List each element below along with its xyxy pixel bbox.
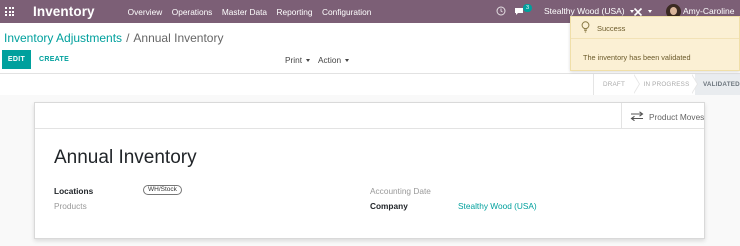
menu-item-overview[interactable]: Overview	[128, 7, 163, 17]
stage-separator	[633, 74, 639, 94]
stage-draft: DRAFT	[593, 74, 634, 95]
company-value-link[interactable]: Stealthy Wood (USA)	[458, 201, 537, 211]
breadcrumb-separator: /	[126, 31, 130, 45]
stage-separator	[691, 74, 697, 94]
lightbulb-icon	[581, 21, 590, 33]
notification-message: The inventory has been validated	[583, 53, 691, 62]
user-name: Amy-Caroline	[683, 6, 735, 16]
stage-in-progress: IN PROGRESS	[643, 81, 690, 88]
main-menu: Overview Operations Master Data Reportin…	[128, 7, 381, 17]
status-bar: DRAFT IN PROGRESS VALIDATED	[0, 73, 740, 95]
breadcrumb-current: Annual Inventory	[133, 31, 224, 45]
notification-header: Success	[571, 17, 739, 39]
product-moves-label: Product Moves	[649, 112, 705, 122]
breadcrumb: Inventory Adjustments / Annual Inventory	[4, 31, 223, 45]
create-button[interactable]: CREATE	[39, 56, 69, 63]
action-dropdown[interactable]: Action	[318, 55, 350, 65]
notification-title: Success	[597, 24, 626, 33]
action-label: Action	[318, 55, 342, 65]
breadcrumb-parent[interactable]: Inventory Adjustments	[4, 31, 122, 45]
chevron-down-icon	[345, 59, 350, 63]
company-label: Company	[370, 201, 408, 211]
record-title: Annual Inventory	[54, 147, 197, 168]
clock-icon[interactable]	[496, 6, 506, 16]
company-switcher[interactable]: Stealthy Wood (USA)	[544, 6, 634, 16]
company-switcher-label: Stealthy Wood (USA)	[544, 6, 625, 16]
menu-item-master-data[interactable]: Master Data	[222, 7, 267, 17]
apps-menu-icon[interactable]	[5, 7, 14, 16]
menu-item-operations[interactable]: Operations	[172, 7, 213, 17]
chevron-down-icon	[306, 59, 311, 63]
location-tag[interactable]: WH/Stock	[143, 185, 182, 195]
products-label: Products	[54, 201, 87, 211]
app-title[interactable]: Inventory	[33, 4, 95, 19]
smart-button-box: Product Moves	[35, 103, 704, 129]
chat-count-badge: 3	[523, 4, 532, 12]
edit-button[interactable]: EDIT	[2, 50, 31, 69]
form-sheet: Product Moves Annual Inventory Locations…	[34, 102, 705, 239]
menu-item-configuration[interactable]: Configuration	[322, 7, 371, 17]
locations-label: Locations	[54, 186, 94, 196]
success-notification[interactable]: Success The inventory has been validated	[570, 16, 740, 71]
user-menu[interactable]: Amy-Caroline	[683, 6, 740, 16]
menu-item-reporting[interactable]: Reporting	[277, 7, 313, 17]
print-label: Print	[285, 55, 303, 65]
product-moves-button[interactable]: Product Moves	[621, 103, 704, 129]
stage-validated: VALIDATED	[695, 74, 740, 95]
print-dropdown[interactable]: Print	[285, 55, 311, 65]
accounting-date-label: Accounting Date	[370, 186, 431, 196]
arrows-exchange-icon	[630, 111, 644, 121]
